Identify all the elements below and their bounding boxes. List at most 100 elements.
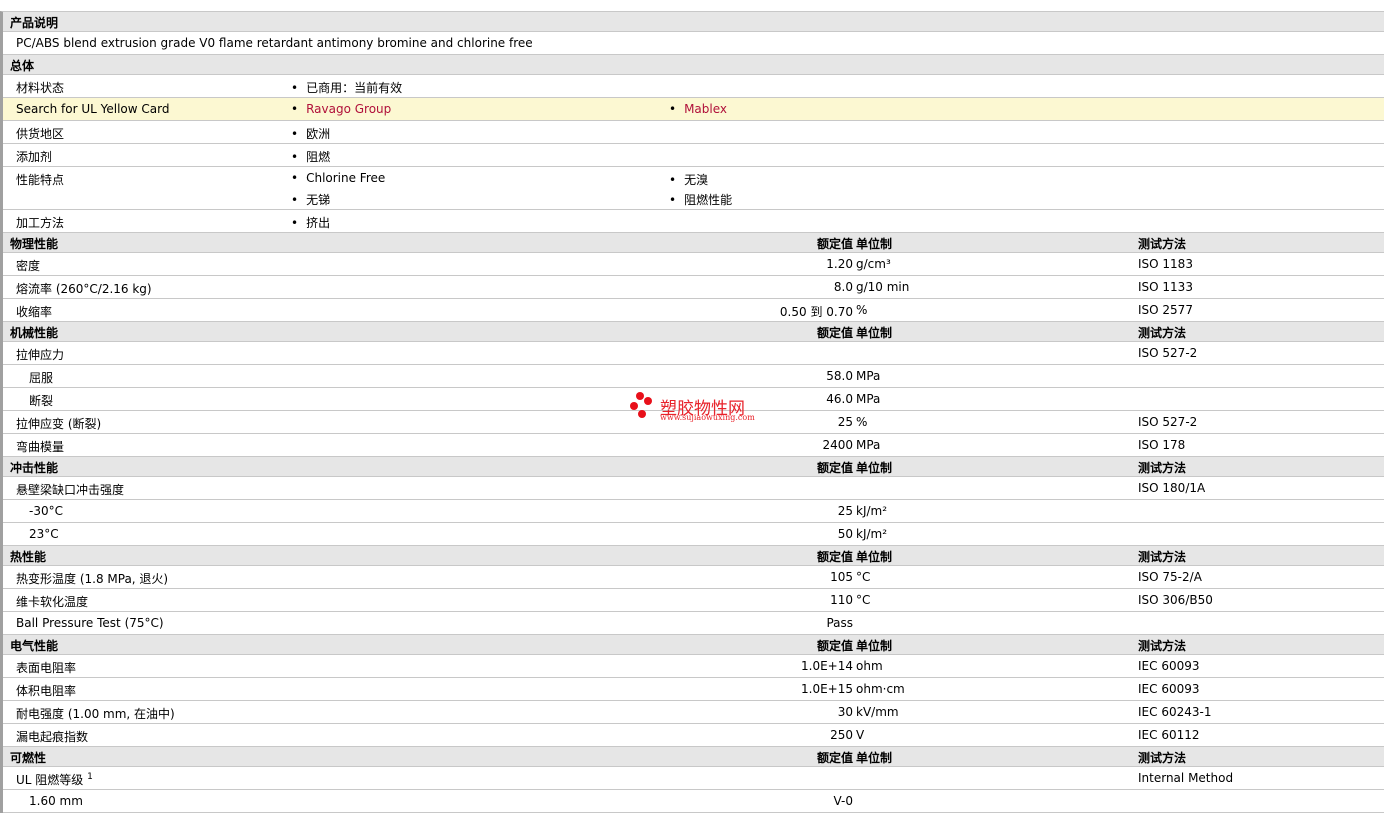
property-row: 耐电强度 (1.00 mm, 在油中) 30 kV/mm IEC 60243-1 [3, 701, 1384, 724]
property-unit: ohm·cm [856, 682, 905, 696]
section-header-description: 产品说明 [3, 12, 1384, 32]
section-title: 电气性能 [10, 639, 59, 653]
property-unit: V [856, 728, 865, 742]
property-row: 屈服 58.0 MPa [3, 365, 1384, 388]
property-unit: MPa [856, 369, 881, 383]
test-method: ISO 2577 [1138, 303, 1193, 317]
label-text: 悬壁梁缺口冲击强度 [16, 483, 125, 497]
property-row: 表面电阻率 1.0E+14 ohm IEC 60093 [3, 655, 1384, 678]
property-row: 拉伸应力 ISO 527-2 [3, 342, 1384, 365]
property-label: -30°C [29, 504, 63, 518]
property-value: 1.0E+15 [801, 682, 853, 696]
property-label: 维卡软化温度 [16, 593, 88, 610]
ul-row: Search for UL Yellow Card Ravago Group Mab… [3, 98, 1384, 121]
label-text: 拉伸应力 [16, 348, 65, 362]
section-title: 冲击性能 [10, 461, 59, 475]
property-label: 拉伸应力 [16, 346, 64, 363]
property-value: 2400 [822, 438, 853, 452]
property-label: 热变形温度 (1.8 MPa, 退火) [16, 570, 168, 587]
method-col-header: 测试方法 [1138, 751, 1187, 765]
row-label: 材料状态 [16, 81, 65, 95]
property-row: 23°C 50 kJ/m² [3, 523, 1384, 546]
feature: 无锑 [291, 191, 330, 208]
label-text: 耐电强度 (1.00 mm, 在油中) [16, 707, 175, 721]
unit-col-header: 单位制 [856, 751, 893, 765]
section-title: 机械性能 [10, 326, 59, 340]
section-title: 热性能 [10, 550, 47, 564]
ravago-link[interactable]: Ravago Group [306, 102, 391, 116]
property-label: 熔流率 (260°C/2.16 kg) [16, 280, 152, 297]
section-header: 电气性能 额定值 单位制 测试方法 [3, 635, 1384, 655]
test-method: ISO 1133 [1138, 280, 1193, 294]
property-label: 耐电强度 (1.00 mm, 在油中) [16, 705, 175, 722]
property-label: 屈服 [29, 369, 53, 386]
label-text: 漏电起痕指数 [16, 730, 89, 744]
mablex-link[interactable]: Mablex [684, 102, 727, 116]
row-label: 性能特点 [16, 173, 65, 187]
label-text: 维卡软化温度 [16, 595, 89, 609]
test-method: ISO 1183 [1138, 257, 1193, 271]
label-text: 熔流率 (260°C/2.16 kg) [16, 282, 152, 296]
value-col-header: 额定值 [816, 461, 853, 475]
property-row: -30°C 25 kJ/m² [3, 500, 1384, 523]
property-value: 25 [837, 415, 853, 429]
row-label: Search for UL Yellow Card [16, 102, 170, 116]
property-value: 105 [830, 570, 853, 584]
property-row: 熔流率 (260°C/2.16 kg) 8.0 g/10 min ISO 113… [3, 276, 1384, 299]
label-text: Ball Pressure Test (75°C) [16, 616, 164, 630]
section-header: 机械性能 额定值 单位制 测试方法 [3, 322, 1384, 342]
property-unit: ohm [856, 659, 883, 673]
label-text: 屈服 [29, 371, 54, 385]
property-label: 体积电阻率 [16, 682, 76, 699]
unit-col-header: 单位制 [856, 639, 893, 653]
feature: Chlorine Free [291, 171, 385, 185]
property-label: 弯曲模量 [16, 438, 64, 455]
property-row: 密度 1.20 g/cm³ ISO 1183 [3, 253, 1384, 276]
region-row: 供货地区 欧洲 [3, 121, 1384, 144]
section-header-general: 总体 [3, 55, 1384, 75]
row-label: 添加剂 [16, 150, 53, 164]
features-row: 性能特点 Chlorine Free 无溴 无锑 阻燃性能 [3, 167, 1384, 210]
property-row: 漏电起痕指数 250 V IEC 60112 [3, 724, 1384, 747]
property-unit: MPa [856, 392, 881, 406]
section-title: 产品说明 [10, 16, 59, 30]
test-method: ISO 178 [1138, 438, 1186, 452]
value-col-header: 额定值 [816, 639, 853, 653]
row-label: 加工方法 [16, 216, 65, 230]
property-unit: °C [856, 570, 871, 584]
property-row: 悬壁梁缺口冲击强度 ISO 180/1A [3, 477, 1384, 500]
property-value: Pass [826, 616, 853, 630]
region-value: 欧洲 [291, 125, 330, 142]
section-title: 总体 [10, 59, 35, 73]
property-label: Ball Pressure Test (75°C) [16, 616, 164, 630]
label-text: 1.60 mm [29, 794, 83, 808]
property-value: 46.0 [826, 392, 853, 406]
unit-col-header: 单位制 [856, 237, 893, 251]
section-title: 可燃性 [10, 751, 47, 765]
property-row: 弯曲模量 2400 MPa ISO 178 [3, 434, 1384, 457]
test-method: IEC 60093 [1138, 659, 1200, 673]
test-method: ISO 527-2 [1138, 346, 1198, 360]
section-header: 可燃性 额定值 单位制 测试方法 [3, 747, 1384, 767]
label-text: 体积电阻率 [16, 684, 77, 698]
section-title: 物理性能 [10, 237, 59, 251]
property-unit: g/cm³ [856, 257, 891, 271]
value-col-header: 额定值 [816, 550, 853, 564]
label-text: 断裂 [29, 394, 54, 408]
footnote-ref: 1 [87, 772, 93, 782]
label-text: 收缩率 [16, 305, 53, 319]
label-text: 23°C [29, 527, 59, 541]
property-unit: °C [856, 593, 871, 607]
property-value: 50 [837, 527, 853, 541]
process-value: 挤出 [291, 214, 330, 231]
property-unit: kV/mm [856, 705, 899, 719]
feature: 无溴 [669, 171, 708, 188]
method-col-header: 测试方法 [1138, 550, 1187, 564]
property-unit: MPa [856, 438, 881, 452]
status-value: 已商用：当前有效 [291, 79, 402, 96]
value-col-header: 额定值 [816, 237, 853, 251]
label-text: 表面电阻率 [16, 661, 77, 675]
property-unit: g/10 min [856, 280, 910, 294]
property-label: 漏电起痕指数 [16, 728, 88, 745]
property-label: 密度 [16, 257, 40, 274]
